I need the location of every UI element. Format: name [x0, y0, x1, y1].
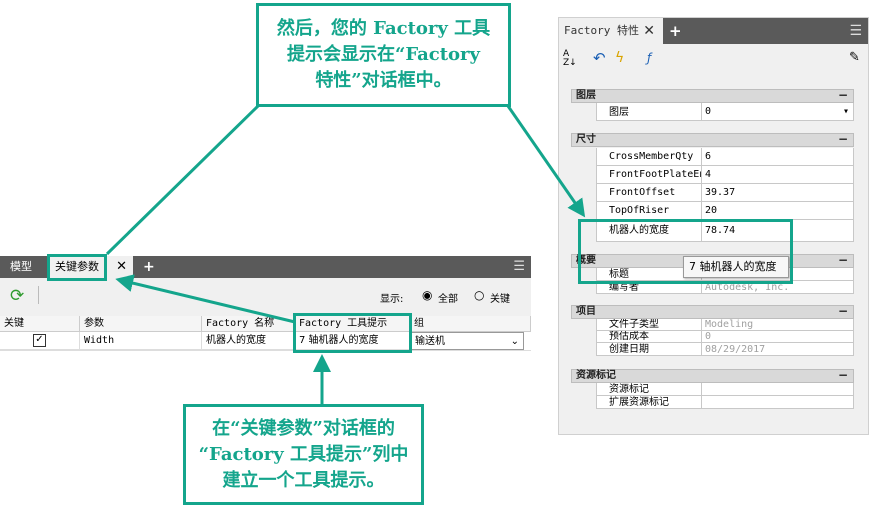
- line-top-to-tab: [105, 104, 260, 256]
- callout-top: 然后，您的 Factory 工具 提示会显示在“Factory 特性”对话框中。: [256, 3, 511, 107]
- arrow-column-to-tab: [115, 274, 296, 324]
- callout-bottom: 在“关键参数”对话框的 “Factory 工具提示”列中 建立一个工具提示。: [183, 404, 424, 505]
- arrow-top-to-props: [506, 105, 586, 218]
